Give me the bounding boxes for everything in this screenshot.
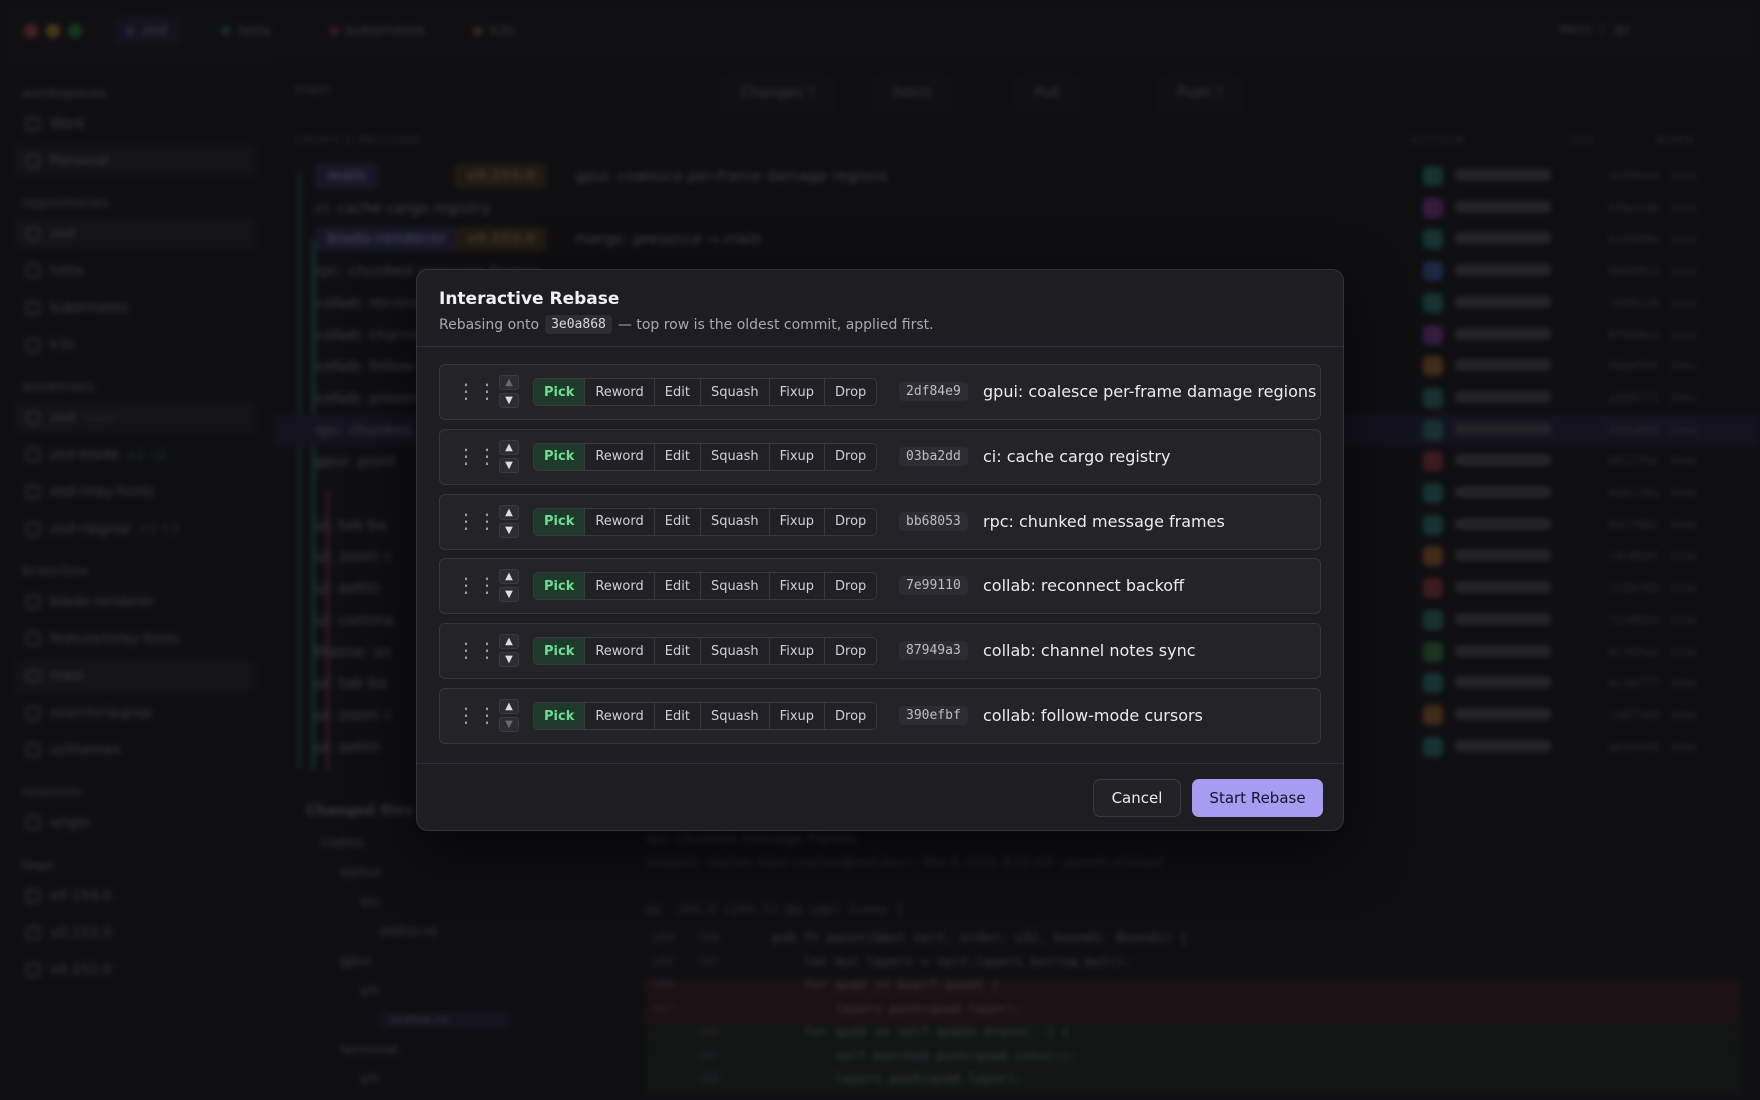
move-down-button[interactable]: ▼ — [499, 652, 519, 668]
action-selector: Pick Reword Edit Squash Fixup Drop — [533, 507, 878, 536]
dialog-title: Interactive Rebase — [439, 289, 620, 309]
commit-message: collab: follow-mode cursors — [983, 706, 1203, 725]
action-squash-button[interactable]: Squash — [700, 703, 770, 729]
commit-sha: 7e99110 — [899, 576, 968, 596]
action-fixup-button[interactable]: Fixup — [769, 703, 825, 729]
action-pick-button[interactable]: Pick — [534, 508, 586, 535]
action-squash-button[interactable]: Squash — [700, 573, 770, 600]
commit-message: gpui: coalesce per-frame damage regions — [983, 382, 1317, 401]
drag-handle-icon[interactable]: ⋮⋮ — [456, 509, 498, 533]
action-fixup-button[interactable]: Fixup — [769, 443, 825, 470]
commit-sha: 03ba2dd — [899, 446, 968, 466]
action-edit-button[interactable]: Edit — [654, 508, 701, 535]
move-down-button[interactable]: ▼ — [499, 522, 519, 538]
action-reword-button[interactable]: Reword — [585, 573, 655, 600]
action-fixup-button[interactable]: Fixup — [769, 379, 825, 405]
action-reword-button[interactable]: Reword — [585, 638, 655, 665]
action-squash-button[interactable]: Squash — [700, 443, 770, 470]
action-selector: Pick Reword Edit Squash Fixup Drop — [533, 442, 878, 471]
move-up-button[interactable]: ▲ — [499, 634, 519, 650]
move-up-button[interactable]: ▲ — [499, 439, 519, 455]
action-edit-button[interactable]: Edit — [654, 573, 701, 600]
move-up-button[interactable]: ▲ — [499, 504, 519, 520]
move-down-button[interactable]: ▼ — [499, 587, 519, 603]
rebase-row: ⋮⋮ ▲ ▼ Pick Reword Edit Squash Fixup Drop 390efbf… — [439, 688, 1321, 744]
action-edit-button[interactable]: Edit — [654, 379, 701, 405]
action-drop-button[interactable]: Drop — [825, 379, 877, 405]
rebase-row: ⋮⋮ ▲ ▼ Pick Reword Edit Squash Fixup Drop 7e99110… — [439, 558, 1321, 615]
rebase-row: ⋮⋮ ▲ ▼ Pick Reword Edit Squash Fixup Drop 2df84e9… — [439, 364, 1321, 420]
commit-sha: bb68053 — [899, 511, 968, 531]
action-squash-button[interactable]: Squash — [700, 638, 770, 665]
move-down-button[interactable]: ▼ — [499, 393, 519, 408]
action-reword-button[interactable]: Reword — [585, 379, 655, 405]
action-fixup-button[interactable]: Fixup — [769, 573, 825, 600]
header-divider — [417, 346, 1343, 347]
action-drop-button[interactable]: Drop — [825, 508, 877, 535]
cancel-button[interactable]: Cancel — [1093, 779, 1181, 817]
action-edit-button[interactable]: Edit — [654, 703, 701, 729]
action-selector: Pick Reword Edit Squash Fixup Drop — [533, 637, 878, 666]
subtitle-prefix: Rebasing onto — [439, 316, 540, 333]
action-pick-button[interactable]: Pick — [534, 573, 586, 600]
footer-divider — [417, 763, 1343, 764]
drag-handle-icon[interactable]: ⋮⋮ — [456, 573, 498, 597]
action-selector: Pick Reword Edit Squash Fixup Drop — [533, 702, 878, 730]
commit-sha: 390efbf — [899, 706, 968, 725]
action-drop-button[interactable]: Drop — [825, 703, 877, 729]
action-selector: Pick Reword Edit Squash Fixup Drop — [533, 572, 878, 601]
action-reword-button[interactable]: Reword — [585, 508, 655, 535]
interactive-rebase-dialog: Interactive Rebase Rebasing onto 3e0a868… — [416, 269, 1344, 831]
move-up-button[interactable]: ▲ — [499, 375, 519, 390]
move-up-button[interactable]: ▲ — [499, 699, 519, 714]
action-selector: Pick Reword Edit Squash Fixup Drop — [533, 378, 878, 406]
commit-message: collab: reconnect backoff — [983, 576, 1185, 596]
move-up-button[interactable]: ▲ — [499, 569, 519, 585]
move-down-button[interactable]: ▼ — [499, 457, 519, 473]
move-down-button[interactable]: ▼ — [499, 717, 519, 732]
action-pick-button[interactable]: Pick — [534, 443, 586, 470]
action-pick-button[interactable]: Pick — [534, 379, 586, 405]
start-rebase-button[interactable]: Start Rebase — [1192, 779, 1323, 817]
action-drop-button[interactable]: Drop — [825, 573, 877, 600]
commit-sha: 2df84e9 — [899, 382, 968, 401]
drag-handle-icon[interactable]: ⋮⋮ — [456, 638, 498, 662]
action-fixup-button[interactable]: Fixup — [769, 638, 825, 665]
action-drop-button[interactable]: Drop — [825, 638, 877, 665]
rebase-row: ⋮⋮ ▲ ▼ Pick Reword Edit Squash Fixup Drop bb68053… — [439, 493, 1321, 550]
action-squash-button[interactable]: Squash — [700, 379, 770, 405]
action-squash-button[interactable]: Squash — [700, 508, 770, 535]
action-fixup-button[interactable]: Fixup — [769, 508, 825, 535]
app-window: zed helix kubernetes k3s main / go workspac… — [0, 0, 1760, 1100]
rebase-row: ⋮⋮ ▲ ▼ Pick Reword Edit Squash Fixup Drop 03ba2dd… — [439, 428, 1321, 485]
action-edit-button[interactable]: Edit — [654, 638, 701, 665]
action-reword-button[interactable]: Reword — [585, 443, 655, 470]
rebase-row: ⋮⋮ ▲ ▼ Pick Reword Edit Squash Fixup Drop 87949a3… — [439, 623, 1321, 680]
action-pick-button[interactable]: Pick — [534, 638, 586, 665]
commit-sha: 87949a3 — [899, 641, 968, 661]
onto-sha: 3e0a868 — [545, 315, 612, 334]
action-drop-button[interactable]: Drop — [825, 443, 877, 470]
commit-message: collab: channel notes sync — [983, 641, 1196, 661]
drag-handle-icon[interactable]: ⋮⋮ — [456, 444, 498, 468]
commit-message: ci: cache cargo registry — [983, 446, 1171, 466]
subtitle-suffix: — top row is the oldest commit, applied … — [617, 316, 934, 333]
commit-message: rpc: chunked message frames — [983, 511, 1225, 531]
action-reword-button[interactable]: Reword — [585, 703, 655, 729]
drag-handle-icon[interactable]: ⋮⋮ — [456, 379, 498, 403]
action-edit-button[interactable]: Edit — [654, 443, 701, 470]
drag-handle-icon[interactable]: ⋮⋮ — [456, 703, 498, 727]
action-pick-button[interactable]: Pick — [534, 703, 586, 729]
dialog-subtitle: Rebasing onto 3e0a868 — top row is the o… — [439, 315, 934, 334]
